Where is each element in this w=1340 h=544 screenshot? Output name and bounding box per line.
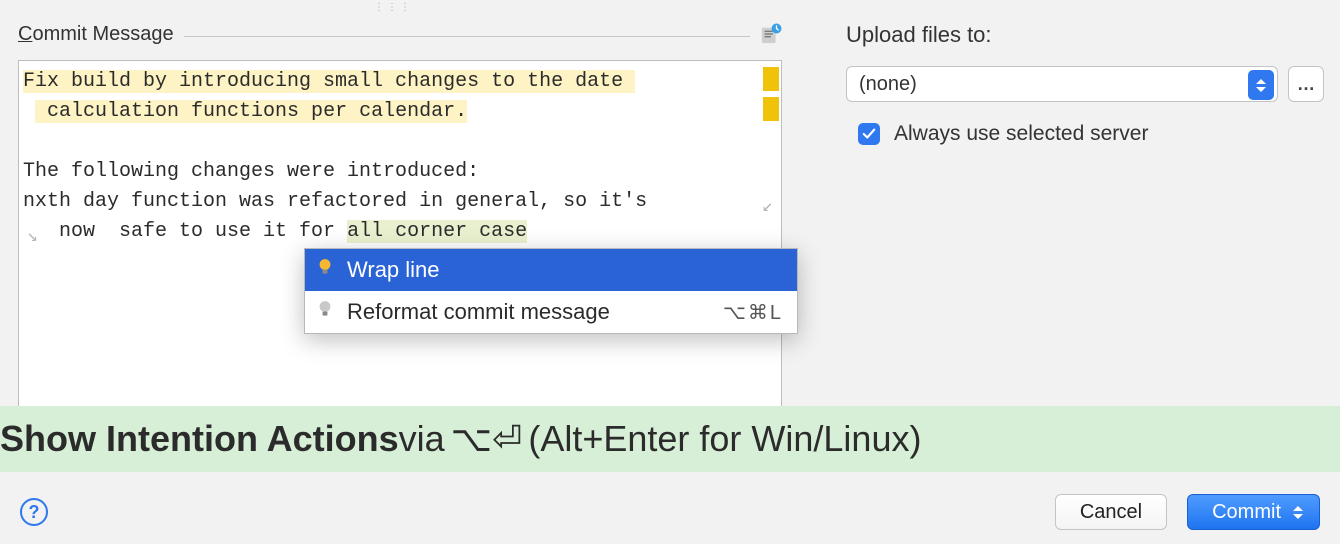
upload-files-label: Upload files to: (846, 22, 1326, 48)
hint-banner-tail: (Alt+Enter for Win/Linux) (528, 418, 921, 460)
chevron-updown-icon (1291, 502, 1305, 522)
divider (184, 36, 750, 37)
intention-item-shortcut: ⌥⌘L (723, 300, 783, 325)
commit-button-label: Commit (1212, 501, 1281, 524)
commit-line (23, 127, 777, 157)
intention-item[interactable]: Reformat commit message ⌥⌘L (305, 291, 797, 333)
cancel-button-label: Cancel (1080, 501, 1142, 524)
hint-banner-bold: Show Intention Actions (0, 418, 399, 460)
commit-message-textarea[interactable]: Fix build by introducing small changes t… (18, 60, 782, 408)
wrap-left-icon: ↘ (27, 222, 38, 252)
cancel-button[interactable]: Cancel (1055, 494, 1167, 530)
drag-handle[interactable]: ⋮⋮⋮ (374, 2, 413, 13)
commit-line: nxth day function was refactored in gene… (23, 187, 777, 217)
always-use-server-checkbox[interactable] (858, 123, 880, 145)
intention-item-label: Reformat commit message (347, 299, 610, 325)
help-icon[interactable]: ? (20, 498, 48, 526)
commit-message-header: Commit Message (18, 20, 782, 48)
commit-line: Fix build by introducing small changes t… (23, 67, 777, 97)
commit-line: ↘ now safe to use it for all corner case (23, 217, 777, 247)
upload-server-select[interactable]: (none) (846, 66, 1278, 102)
hint-banner: Show Intention Actions via ⌥⏎ (Alt+Enter… (0, 406, 1340, 472)
dialog-button-bar: ? Cancel Commit (0, 480, 1340, 544)
commit-message-label: Commit Message (18, 23, 174, 46)
hint-banner-mid: via (399, 418, 445, 460)
commit-history-icon[interactable] (760, 23, 782, 45)
commit-message-label-text: ommit Message (32, 23, 173, 45)
commit-line: The following changes were introduced: (23, 157, 777, 187)
bulb-icon (315, 257, 335, 283)
commit-button[interactable]: Commit (1187, 494, 1320, 530)
upload-server-value: (none) (859, 73, 917, 96)
commit-line: calculation functions per calendar. (23, 97, 777, 127)
hint-banner-keys: ⌥⏎ (451, 418, 523, 460)
intention-item[interactable]: Wrap line (305, 249, 797, 291)
bulb-icon (315, 299, 335, 325)
always-use-server-label: Always use selected server (894, 122, 1148, 146)
intention-actions-popup: Wrap line Reformat commit message ⌥⌘L (304, 248, 798, 334)
intention-item-label: Wrap line (347, 257, 440, 283)
chevron-updown-icon (1248, 70, 1274, 100)
more-servers-button[interactable]: … (1288, 66, 1324, 102)
